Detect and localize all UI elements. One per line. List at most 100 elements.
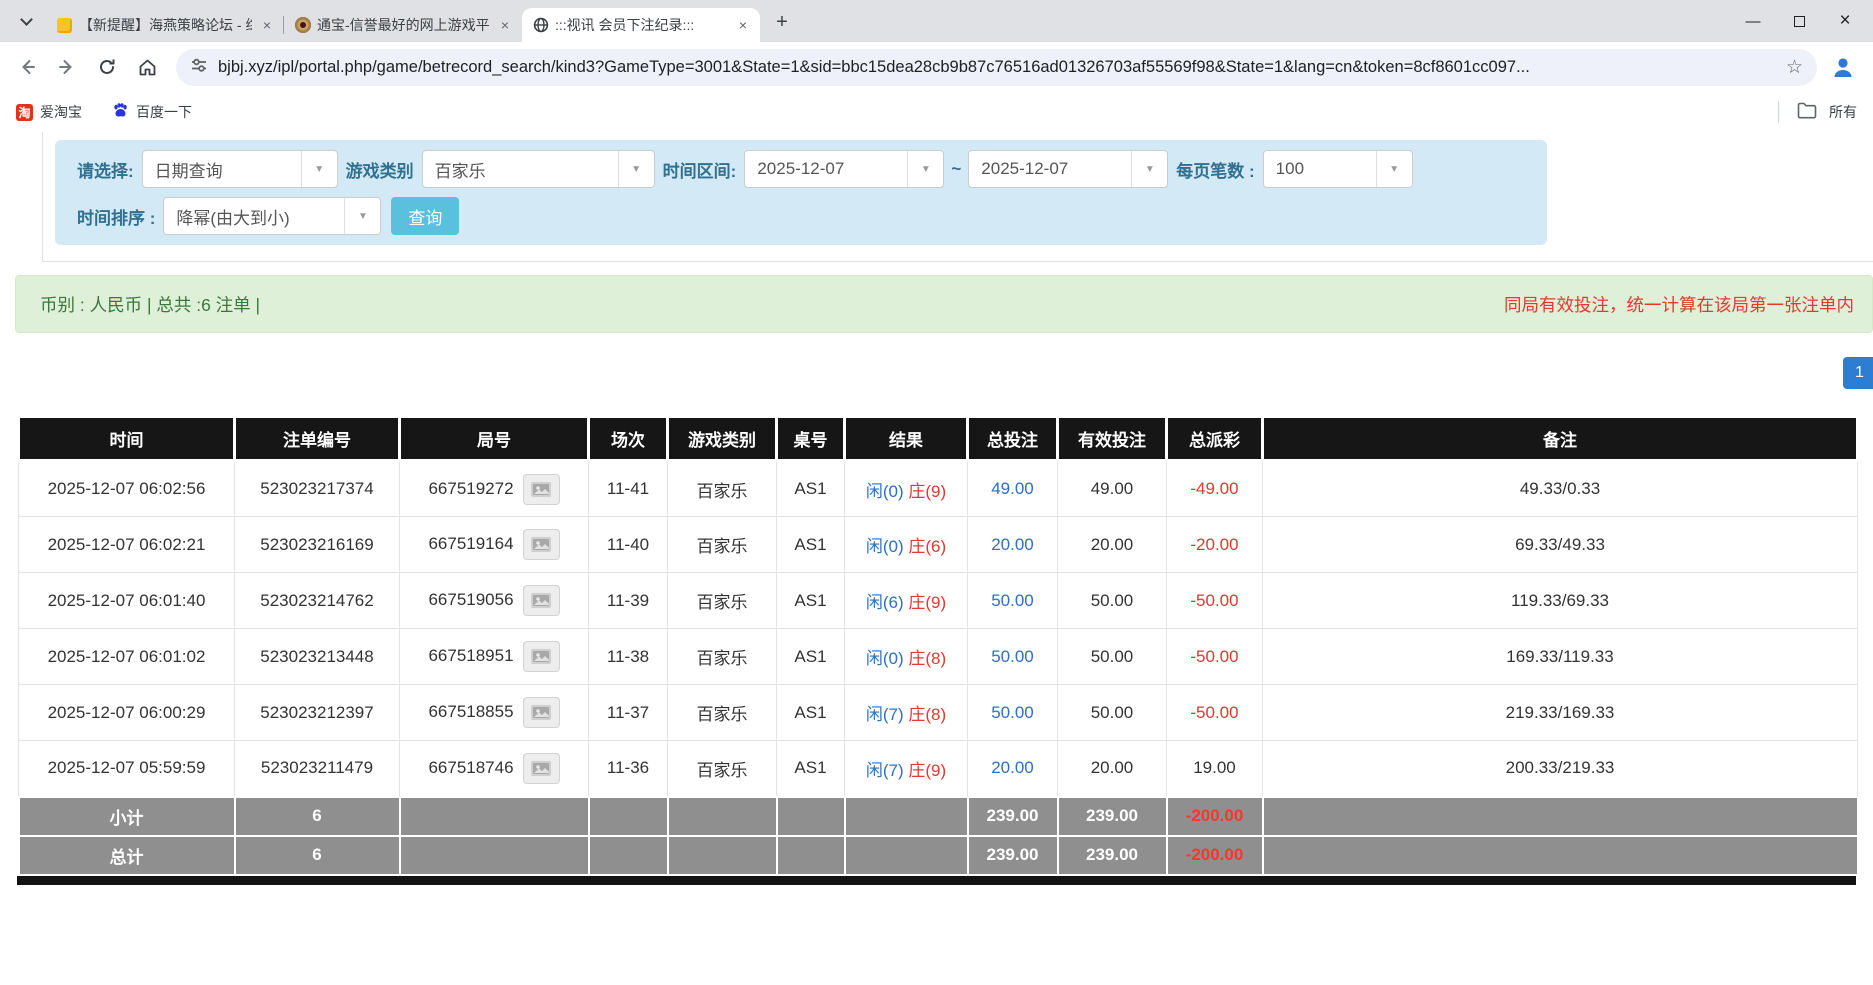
query-type-select[interactable]: 日期查询 ▼ [142,150,338,188]
cell-valid-bet: 50.00 [1058,685,1167,741]
forward-button[interactable] [50,50,84,84]
cell-game-type: 百家乐 [668,461,777,517]
filter-row-2: 时间排序 : 降幂(由大到小) ▼ 查询 [69,197,1533,235]
close-icon[interactable]: × [496,16,514,34]
cell-time: 2025-12-07 06:02:21 [19,517,235,573]
cell-valid-bet: 49.00 [1058,461,1167,517]
table-bottom-bar [17,876,1856,885]
result-banker: 庄(8) [908,705,946,724]
cell-total-bet: 49.00 [968,461,1058,517]
url-text[interactable]: bjbj.xyz/ipl/portal.php/game/betrecord_s… [218,58,1776,77]
table-body: 2025-12-07 06:02:56 523023217374 6675192… [19,461,1858,797]
bookmark-aitaobao[interactable]: 淘 爱淘宝 [16,102,82,122]
result-player: 闲(7) [866,705,904,724]
page-size-select[interactable]: 100 ▼ [1263,150,1413,188]
cell-total-bet: 20.00 [968,517,1058,573]
cell-remark: 119.33/69.33 [1263,573,1858,629]
reload-button[interactable] [90,50,124,84]
search-button[interactable]: 查询 [391,197,459,235]
cell-table-no: AS1 [777,573,845,629]
close-icon[interactable]: × [734,16,752,34]
time-range-label: 时间区间: [655,157,745,182]
cell-table-no: AS1 [777,461,845,517]
total-bet-link[interactable]: 20.00 [991,758,1034,777]
bookmark-label: 爱淘宝 [40,102,82,122]
result-player: 闲(7) [866,761,904,780]
globe-icon [532,17,549,34]
cell-round: 667518746 [400,741,589,797]
cell-result: 闲(0) 庄(9) [845,461,968,517]
summary-currency-count: 币别 : 人民币 | 总共 :6 注单 | [40,292,260,317]
header-game-type: 游戏类别 [668,417,777,461]
game-type-select[interactable]: 百家乐 ▼ [422,150,655,188]
cell-game-type: 百家乐 [668,685,777,741]
new-tab-button[interactable]: + [768,8,796,36]
minimize-button[interactable]: — [1745,13,1761,29]
cell-round: 667518951 [400,629,589,685]
table-row: 2025-12-07 05:59:59 523023211479 6675187… [19,741,1858,797]
cell-bet-id: 523023212397 [235,685,400,741]
total-bet-link[interactable]: 49.00 [991,479,1034,498]
bookmark-star-icon[interactable]: ☆ [1786,56,1803,79]
round-id: 667519056 [428,590,513,609]
window-close-button[interactable]: × [1837,13,1853,29]
sort-select[interactable]: 降幂(由大到小) ▼ [163,197,381,235]
total-bet-link[interactable]: 50.00 [991,703,1034,722]
url-bar[interactable]: bjbj.xyz/ipl/portal.php/game/betrecord_s… [176,49,1817,86]
table-row: 2025-12-07 06:02:56 523023217374 6675192… [19,461,1858,517]
summary-bar: 币别 : 人民币 | 总共 :6 注单 | 同局有效投注，统一计算在该局第一张注… [15,275,1873,333]
cell-total-bet: 20.00 [968,741,1058,797]
cell-bet-id: 523023217374 [235,461,400,517]
cell-table-no: AS1 [777,741,845,797]
round-replay-button[interactable] [523,585,560,616]
round-replay-button[interactable] [523,697,560,728]
cell-session: 11-38 [589,629,668,685]
bookmarks-overflow[interactable]: 所有 [1778,101,1857,123]
tab-bet-record-active[interactable]: :::视讯 会员下注纪录::: × [522,8,760,42]
round-replay-button[interactable] [523,753,560,784]
back-button[interactable] [10,50,44,84]
total-bet-link[interactable]: 20.00 [991,535,1034,554]
dropdown-arrow-icon: ▼ [907,151,943,187]
round-id: 667518951 [428,646,513,665]
total-payout: -200.00 [1167,836,1263,875]
tab-tongbao[interactable]: 通宝-信誉最好的网上游戏平台 × [284,8,522,42]
cell-payout: -50.00 [1167,629,1263,685]
round-replay-button[interactable] [523,529,560,560]
tab-divider [283,16,284,34]
bookmark-baidu[interactable]: 百度一下 [112,102,192,122]
maximize-button[interactable] [1791,13,1807,29]
round-id: 667518746 [428,758,513,777]
header-payout: 总派彩 [1167,417,1263,461]
cell-bet-id: 523023214762 [235,573,400,629]
header-round: 局号 [400,417,589,461]
cell-remark: 69.33/49.33 [1263,517,1858,573]
cell-time: 2025-12-07 06:01:02 [19,629,235,685]
cell-session: 11-36 [589,741,668,797]
bookmarks-overflow-label: 所有 [1829,102,1857,122]
cell-result: 闲(0) 庄(8) [845,629,968,685]
tab-title: 通宝-信誉最好的网上游戏平台 [317,15,490,35]
close-icon[interactable]: × [258,16,276,34]
query-type-label: 请选择: [69,157,142,182]
site-info-tune-icon[interactable] [190,56,208,79]
round-replay-button[interactable] [523,641,560,672]
table-row: 2025-12-07 06:01:02 523023213448 6675189… [19,629,1858,685]
total-bet-link[interactable]: 50.00 [991,591,1034,610]
total-bet-link[interactable]: 50.00 [991,647,1034,666]
tab-search-button[interactable] [12,7,40,35]
page-1-button[interactable]: 1 [1843,357,1873,389]
cell-result: 闲(0) 庄(6) [845,517,968,573]
result-player: 闲(0) [866,537,904,556]
profile-avatar[interactable] [1825,49,1861,85]
cell-payout: -50.00 [1167,573,1263,629]
cell-round: 667519164 [400,517,589,573]
cell-valid-bet: 50.00 [1058,629,1167,685]
home-button[interactable] [130,50,164,84]
round-replay-button[interactable] [523,474,560,505]
date-to-select[interactable]: 2025-12-07 ▼ [968,150,1168,188]
tab-forum[interactable]: 【新提醒】海燕策略论坛 - 综合 × [46,8,284,42]
date-from-select[interactable]: 2025-12-07 ▼ [744,150,944,188]
result-player: 闲(0) [866,649,904,668]
result-banker: 庄(9) [908,593,946,612]
